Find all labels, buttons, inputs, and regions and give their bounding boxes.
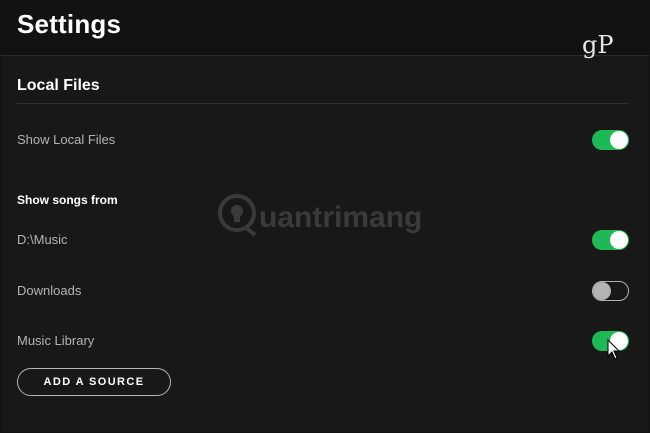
watermark-text: uantrimang (259, 201, 422, 234)
toggle-knob (610, 131, 628, 149)
source-label-downloads: Downloads (17, 283, 82, 298)
watermark-logo-icon: uantrimang (218, 194, 422, 237)
section-title-local-files: Local Files (17, 77, 100, 94)
toggle-knob (610, 231, 628, 249)
mouse-cursor-icon (607, 339, 621, 360)
source-label-music-library: Music Library (17, 333, 95, 348)
settings-window: Settings gP Local Files Show Local Files… (1, 1, 649, 432)
source-toggle-downloads[interactable] (592, 281, 629, 301)
source-toggle-d-music[interactable] (592, 230, 629, 250)
source-label-d-music: D:\Music (17, 232, 68, 247)
show-local-files-toggle[interactable] (592, 130, 629, 150)
groovypost-logo: gP (582, 31, 614, 59)
add-source-button[interactable]: ADD A SOURCE (17, 368, 171, 396)
section-divider (17, 103, 629, 104)
settings-header: Settings gP (1, 1, 649, 59)
page-title: Settings (17, 9, 122, 39)
show-songs-from-title: Show songs from (17, 193, 118, 207)
toggle-knob (593, 282, 611, 300)
show-local-files-label: Show Local Files (17, 132, 116, 147)
quantrimang-watermark: uantrimang (215, 189, 445, 249)
